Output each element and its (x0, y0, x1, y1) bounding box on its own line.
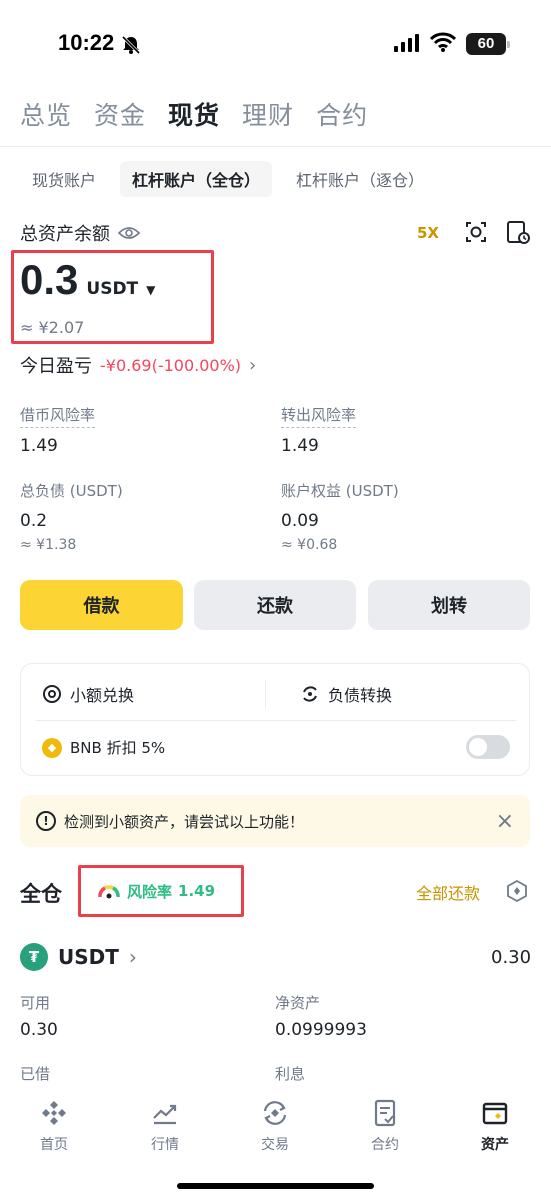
pnl-label: 今日盈亏 (20, 356, 92, 377)
net-asset-value: 0.0999993 (275, 1020, 367, 1040)
balance-label-row: 总资产余额 (20, 220, 140, 246)
eye-icon[interactable] (118, 225, 140, 241)
nav-markets-label: 行情 (151, 1137, 179, 1153)
tab-futures[interactable]: 合约 (316, 96, 368, 132)
nav-home-label: 首页 (40, 1137, 68, 1153)
markets-icon (153, 1104, 177, 1125)
leverage-badge[interactable]: 5X (417, 224, 439, 242)
balance-label: 总资产余额 (20, 224, 110, 245)
transfer-risk-block: 转出风险率 1.49 (281, 404, 357, 456)
debt-convert-button[interactable]: 负债转换 (300, 682, 392, 706)
nav-trade-label: 交易 (261, 1137, 289, 1153)
equity-block: 账户权益 (USDT) 0.09 ≈ ¥0.68 (281, 480, 399, 553)
settings-sync-icon[interactable] (463, 219, 489, 245)
transfer-risk-label[interactable]: 转出风险率 (281, 404, 357, 428)
nav-home[interactable]: 首页 (14, 1098, 94, 1154)
pnl-value: -¥0.69(-100.00%) (100, 355, 242, 375)
repay-all-button[interactable]: 全部还款 (416, 880, 480, 904)
futures-icon (374, 1099, 396, 1127)
wallet-icon (482, 1102, 508, 1125)
borrow-button[interactable]: 借款 (20, 580, 183, 630)
bnb-icon: ◆ (42, 737, 62, 758)
nav-markets[interactable]: 行情 (125, 1098, 205, 1154)
bnb-discount-toggle[interactable] (466, 735, 510, 759)
balance-value-row: 0.3 USDT ▼ (20, 256, 155, 304)
subtab-spot-account[interactable]: 现货账户 (20, 161, 108, 197)
asset-symbol: USDT (58, 945, 119, 969)
subtab-cross-margin[interactable]: 杠杆账户（全仓） (120, 161, 273, 197)
home-icon (42, 1101, 66, 1125)
top-divider (0, 146, 551, 147)
total-debt-label: 总负债 (USDT) (20, 482, 123, 500)
available-value: 0.30 (20, 1020, 58, 1040)
small-convert-icon (43, 685, 61, 703)
small-convert-label: 小额兑换 (70, 686, 135, 705)
borrow-risk-label[interactable]: 借币风险率 (20, 404, 96, 428)
balance-approx: ≈ ¥2.07 (20, 318, 85, 337)
chevron-right-icon: › (128, 945, 137, 969)
status-time: 10:22 (58, 30, 115, 55)
bnb-outline-icon[interactable] (505, 879, 529, 903)
account-tabs: 现货账户 杠杆账户（全仓） 杠杆账户（逐仓） (20, 161, 436, 197)
bnb-discount-row: ◆ BNB 折扣 5% (42, 737, 165, 758)
borrowed-label: 已借 (20, 1065, 51, 1083)
debt-convert-icon (303, 686, 317, 702)
bell-muted-icon (121, 35, 141, 55)
tab-overview[interactable]: 总览 (20, 96, 72, 132)
asset-total: 0.30 (491, 947, 532, 968)
available-label: 可用 (20, 994, 51, 1012)
chevron-right-icon: › (249, 354, 257, 376)
home-indicator[interactable] (177, 1183, 374, 1189)
tab-spot[interactable]: 现货 (168, 96, 220, 132)
top-tabs: 总览 资金 现货 理财 合约 (20, 96, 368, 132)
transfer-risk-value: 1.49 (281, 436, 319, 456)
history-icon[interactable] (505, 219, 531, 245)
nav-futures[interactable]: 合约 (345, 1098, 425, 1154)
net-asset-label: 净资产 (275, 994, 321, 1012)
repay-button[interactable]: 还款 (194, 580, 356, 630)
notice-text: 检测到小额资产，请尝试以上功能！ (64, 812, 305, 831)
card-inner-divider (36, 720, 516, 721)
close-icon[interactable]: × (496, 809, 514, 834)
info-icon: ! (36, 811, 56, 831)
nav-assets-label: 资产 (481, 1137, 509, 1153)
nav-assets[interactable]: 资产 (455, 1098, 535, 1154)
interest-label: 利息 (275, 1065, 306, 1083)
tab-earn[interactable]: 理财 (242, 96, 294, 132)
today-pnl[interactable]: 今日盈亏 -¥0.69(-100.00%) › (20, 352, 256, 378)
usdt-icon: ₮ (20, 943, 48, 971)
borrow-risk-value: 1.49 (20, 436, 58, 456)
small-asset-notice: ! 检测到小额资产，请尝试以上功能！ × (20, 795, 530, 847)
cross-section-title: 全仓 (20, 882, 62, 906)
bnb-discount-label: BNB 折扣 5% (70, 739, 166, 757)
nav-trade[interactable]: 交易 (235, 1098, 315, 1154)
balance-value: 0.3 (20, 256, 79, 303)
risk-ratio-indicator[interactable]: 风险率 1.49 (78, 865, 244, 917)
caret-down-icon[interactable]: ▼ (146, 283, 155, 297)
wifi-icon (430, 32, 456, 52)
equity-approx: ≈ ¥0.68 (281, 537, 338, 553)
asset-usdt-row[interactable]: ₮ USDT › (20, 943, 137, 971)
total-debt-approx: ≈ ¥1.38 (20, 537, 77, 553)
total-debt-value: 0.2 (20, 511, 48, 531)
equity-value: 0.09 (281, 511, 319, 531)
cellular-signal-icon (394, 34, 419, 52)
subtab-isolated-margin[interactable]: 杠杆账户（逐仓） (284, 161, 436, 197)
balance-unit[interactable]: USDT (86, 279, 138, 299)
total-debt-block: 总负债 (USDT) 0.2 ≈ ¥1.38 (20, 480, 123, 553)
equity-label: 账户权益 (USDT) (281, 482, 399, 500)
small-convert-button[interactable]: 小额兑换 (42, 682, 134, 706)
tools-divider (265, 680, 266, 708)
risk-label: 风险率 (127, 882, 173, 901)
battery-indicator: 60 (466, 33, 510, 55)
transfer-button[interactable]: 划转 (368, 580, 530, 630)
gauge-icon (98, 885, 120, 899)
debt-convert-label: 负债转换 (328, 686, 393, 705)
risk-value: 1.49 (178, 882, 216, 900)
borrow-risk-block: 借币风险率 1.49 (20, 404, 96, 456)
trade-icon (263, 1101, 287, 1125)
tab-funding[interactable]: 资金 (94, 96, 146, 132)
nav-futures-label: 合约 (371, 1137, 399, 1153)
